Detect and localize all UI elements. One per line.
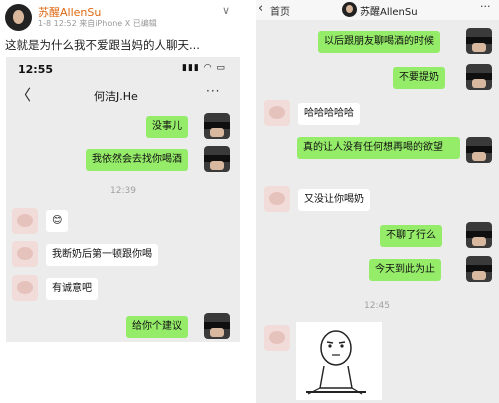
user-avatar[interactable] <box>466 137 492 163</box>
chat-message-received[interactable]: 又没让你喝奶 <box>298 189 370 211</box>
weibo-post-panel: 苏醒AllenSu 1-8 12:52 来自iPhone X 已编辑 ∨ 这就是… <box>0 0 246 345</box>
chat-message-received[interactable]: 哈哈哈哈哈 <box>298 103 360 125</box>
chat-message-received[interactable]: 😊 <box>46 210 69 232</box>
user-avatar[interactable] <box>204 113 230 139</box>
chat-timestamp: 12:45 <box>364 301 390 311</box>
wechat-screenshot-right: ‹ 首页 苏醒AllenSu ··· 以后跟朋友聊喝酒的时候 不要提奶 哈哈哈哈… <box>256 0 499 403</box>
user-avatar[interactable] <box>466 28 492 54</box>
chat-message-sent[interactable]: 我依然会去找你喝酒 <box>86 149 188 171</box>
wechat-screenshot-left: 12:55 ▮▮▮ ◠ ▭ 〈 何洁J.He ··· 没事儿 我依然会去找你喝酒… <box>6 57 240 342</box>
chat-message-sent[interactable]: 今天到此为止 <box>369 259 441 281</box>
user-avatar[interactable] <box>466 64 492 90</box>
contact-avatar[interactable] <box>264 325 290 351</box>
chat-message-sent[interactable]: 不聊了行么 <box>380 225 442 247</box>
more-options-icon[interactable]: ··· <box>206 84 220 98</box>
chat-message-sent[interactable]: 没事儿 <box>146 116 188 138</box>
weibo-post-text: 这就是为什么我不爱跟当妈的人聊天... <box>5 38 200 52</box>
status-bar-icons: ▮▮▮ ◠ ▭ <box>182 63 226 73</box>
user-avatar[interactable] <box>466 256 492 282</box>
chat-contact-title: 苏醒AllenSu <box>360 7 418 18</box>
contact-avatar[interactable] <box>264 186 290 212</box>
back-arrow-icon[interactable]: 〈 <box>16 84 31 105</box>
meme-sticker-image[interactable] <box>296 322 382 400</box>
chat-header: ‹ 首页 苏醒AllenSu ··· <box>256 0 499 20</box>
user-avatar[interactable] <box>204 146 230 172</box>
user-avatar[interactable] <box>204 313 230 339</box>
chat-message-received[interactable]: 有诚意吧 <box>46 278 98 300</box>
contact-avatar[interactable] <box>12 241 38 267</box>
stickman-meme-icon <box>306 330 366 395</box>
back-label[interactable]: 首页 <box>270 3 290 18</box>
weibo-user-avatar[interactable] <box>5 4 32 31</box>
contact-avatar[interactable] <box>12 275 38 301</box>
user-avatar[interactable] <box>466 222 492 248</box>
back-arrow-icon[interactable]: ‹ <box>258 1 263 16</box>
header-avatar[interactable] <box>342 2 357 17</box>
more-options-icon[interactable]: ··· <box>480 0 491 13</box>
chat-message-sent[interactable]: 真的让人没有任何想再喝的欲望 <box>297 137 460 159</box>
contact-avatar[interactable] <box>264 100 290 126</box>
chat-message-sent[interactable]: 不要提奶 <box>393 67 445 89</box>
weibo-post-meta: 1-8 12:52 来自iPhone X 已编辑 <box>38 19 157 28</box>
chat-timestamp: 12:39 <box>110 186 136 196</box>
chat-contact-title: 何洁J.He <box>94 90 138 103</box>
chevron-down-icon[interactable]: ∨ <box>222 4 230 17</box>
chat-message-sent[interactable]: 以后跟朋友聊喝酒的时候 <box>318 31 440 53</box>
chat-message-sent[interactable]: 给你个建议 <box>126 316 188 338</box>
contact-avatar[interactable] <box>12 208 38 234</box>
chat-message-received[interactable]: 我断奶后第一顿跟你喝 <box>46 244 158 266</box>
status-bar-time: 12:55 <box>18 63 54 76</box>
